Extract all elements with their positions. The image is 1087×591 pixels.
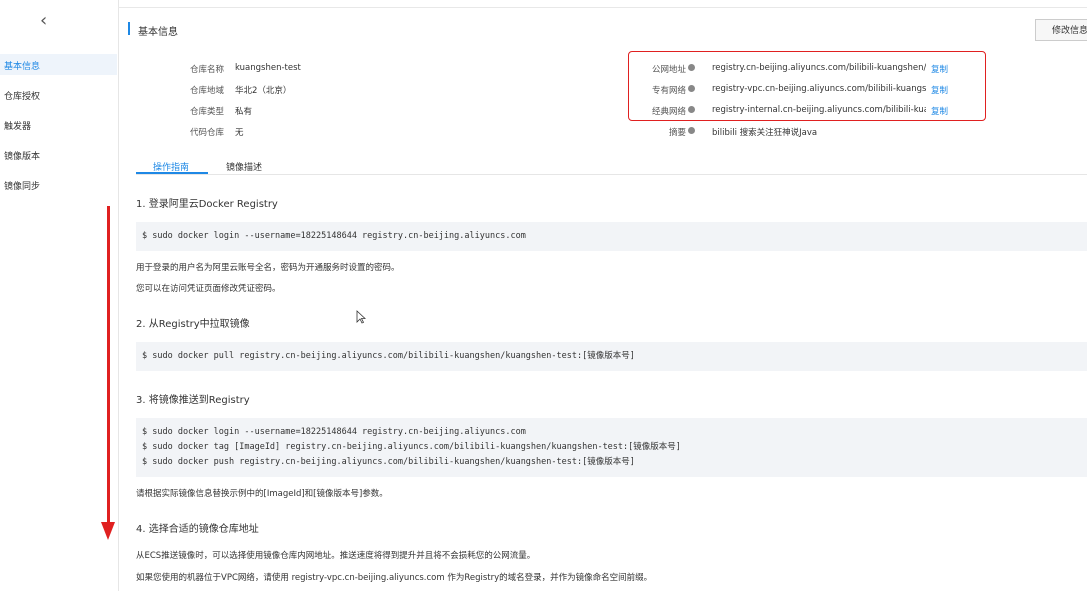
code-line: $ sudo docker login --username=182251486… xyxy=(142,427,526,437)
mouse-cursor-icon xyxy=(356,310,366,324)
section-accent-bar xyxy=(128,22,130,35)
step4-note: 如果您使用的机器位于VPC网络，请使用 registry-vpc.cn-beij… xyxy=(136,573,653,583)
sidebar-item-image-sync[interactable]: 镜像同步 xyxy=(4,179,40,192)
tab-image-description[interactable]: 镜像描述 xyxy=(226,160,262,173)
sidebar-item-trigger[interactable]: 触发器 xyxy=(4,119,31,132)
step2-code-block[interactable]: $ sudo docker pull registry.cn-beijing.a… xyxy=(136,342,1087,371)
code-repo-label: 代码仓库 xyxy=(189,128,224,138)
top-divider xyxy=(118,7,1087,8)
repo-type-value: 私有 xyxy=(235,107,253,117)
repo-region-label: 仓库地域 xyxy=(189,86,224,96)
code-line: $ sudo docker tag [ImageId] registry.cn-… xyxy=(142,442,681,452)
code-line: $ sudo docker login --username=182251486… xyxy=(142,231,526,241)
code-repo-value: 无 xyxy=(235,128,244,138)
step1-code-block[interactable]: $ sudo docker login --username=182251486… xyxy=(136,222,1087,251)
edit-info-button[interactable]: 修改信息 xyxy=(1035,19,1087,41)
sidebar-item-image-version[interactable]: 镜像版本 xyxy=(4,149,40,162)
section-title: 基本信息 xyxy=(138,27,178,38)
step3-note: 请根据实际镜像信息替换示例中的[ImageId]和[镜像版本号]参数。 xyxy=(136,489,388,499)
step1-note: 用于登录的用户名为阿里云账号全名，密码为开通服务时设置的密码。 xyxy=(136,263,400,273)
step4-note: 从ECS推送镜像时，可以选择使用镜像仓库内网地址。推送速度将得到提升并且将不会损… xyxy=(136,551,536,561)
step4-title: 4. 选择合适的镜像仓库地址 xyxy=(136,524,259,535)
step2-title: 2. 从Registry中拉取镜像 xyxy=(136,319,250,330)
repo-region-value: 华北2（北京） xyxy=(235,86,292,96)
repo-type-label: 仓库类型 xyxy=(189,107,224,117)
chevron-left-icon[interactable]: ‹ xyxy=(40,10,47,31)
annotation-highlight-box xyxy=(628,51,986,121)
summary-value: bilibili 搜索关注狂神说Java xyxy=(712,128,818,138)
info-icon[interactable] xyxy=(688,127,695,134)
active-tab-underline xyxy=(136,172,208,174)
tabs-divider xyxy=(136,174,1087,175)
code-line: $ sudo docker push registry.cn-beijing.a… xyxy=(142,457,635,467)
sidebar: ‹ 基本信息 仓库授权 触发器 镜像版本 镜像同步 xyxy=(0,0,119,591)
annotation-arrow-line xyxy=(107,206,110,526)
sidebar-item-basic-info[interactable]: 基本信息 xyxy=(4,59,40,72)
step3-code-block[interactable]: $ sudo docker login --username=182251486… xyxy=(136,418,1087,477)
sidebar-item-repo-auth[interactable]: 仓库授权 xyxy=(4,89,40,102)
annotation-arrow-head xyxy=(101,522,115,540)
summary-label: 摘要 xyxy=(668,128,686,138)
repo-name-label: 仓库名称 xyxy=(189,65,224,75)
step3-title: 3. 将镜像推送到Registry xyxy=(136,395,250,406)
step1-note: 您可以在访问凭证页面修改凭证密码。 xyxy=(136,284,281,294)
code-line: $ sudo docker pull registry.cn-beijing.a… xyxy=(142,351,635,361)
repo-name-value: kuangshen-test xyxy=(235,63,301,73)
step1-title: 1. 登录阿里云Docker Registry xyxy=(136,199,278,210)
